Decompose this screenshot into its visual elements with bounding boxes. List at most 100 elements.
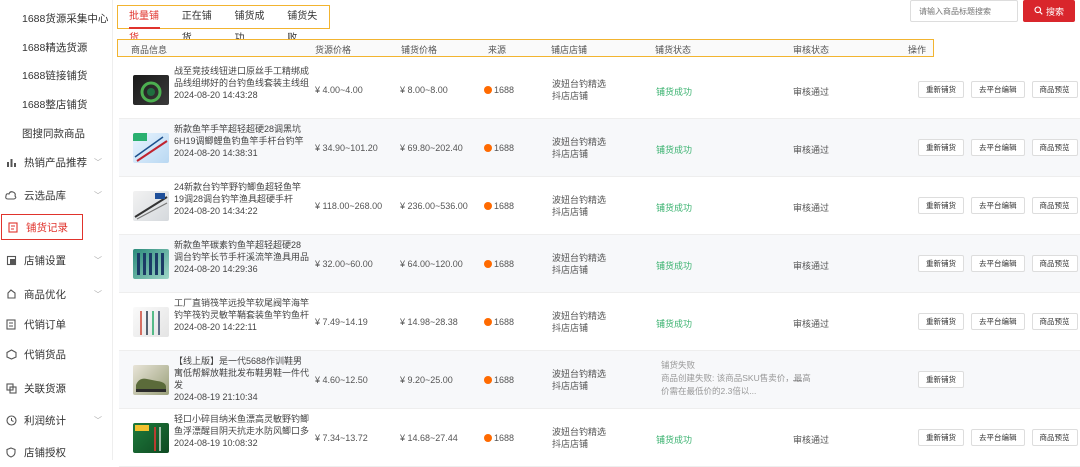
store-icon: [4, 253, 18, 267]
sidebar-item-label: 代销订单: [24, 318, 66, 331]
republish-button[interactable]: 重新铺货: [918, 255, 964, 272]
column-header-product: 商品信息: [131, 45, 168, 55]
republish-button[interactable]: 重新铺货: [918, 429, 964, 446]
chevron-down-icon: ﹀: [94, 255, 102, 265]
sidebar-item-label: 商品优化: [24, 288, 66, 301]
sidebar-item-product-optimize[interactable]: 商品优化 ﹀: [0, 282, 113, 306]
sidebar-item-1688-link[interactable]: 1688链接铺货: [0, 63, 113, 87]
republish-button[interactable]: 重新铺货: [918, 371, 964, 388]
source-cell: 1688: [484, 375, 514, 385]
audit-status: 审核通过: [793, 319, 830, 329]
column-header-list-price: 铺货价格: [401, 45, 438, 55]
list-price: ¥ 64.00~120.00: [400, 259, 463, 269]
edit-on-platform-button[interactable]: 去平台编辑: [971, 429, 1025, 446]
product-title[interactable]: 【线上版】是一代5688作训鞋男寓低帮解放鞋批发布鞋男鞋一件代发: [174, 356, 309, 390]
listing-status: 铺货成功: [656, 203, 693, 213]
goods-icon: [4, 347, 18, 361]
edit-on-platform-button[interactable]: 去平台编辑: [971, 313, 1025, 330]
source-cell: 1688: [484, 259, 514, 269]
product-title[interactable]: 战至竞技线钮进口原丝手工精绑成品线组绑好的台钓鱼线套装主线组: [174, 66, 309, 88]
failure-detail: 商品创建失败: 该商品SKU售卖价，最高价需在最低价的2.3倍以...: [661, 373, 811, 396]
sidebar-item-label: 关联货源: [24, 382, 66, 395]
product-time: 2024-08-19 10:08:32: [174, 438, 258, 448]
clock-icon: [4, 413, 18, 427]
audit-status: 审核通过: [793, 145, 830, 155]
sidebar-item-listing-records[interactable]: 铺货记录: [1, 214, 83, 240]
order-icon: [4, 317, 18, 331]
table-row: 轻口小碎目纳米鱼漂高灵敏野钓鲫鱼浮漂醒目阴天抗走水防风鲫口多 2024-08-19…: [119, 409, 1080, 467]
product-thumbnail: [133, 423, 169, 453]
document-icon: [6, 220, 20, 234]
sidebar-item-1688-store[interactable]: 1688整店铺货: [0, 92, 113, 116]
sidebar-item-label: 店铺授权: [24, 446, 66, 459]
republish-button[interactable]: 重新铺货: [918, 313, 964, 330]
sidebar-item-label: 云选品库: [24, 189, 66, 202]
sidebar-item-label: 图搜同款商品: [22, 127, 85, 140]
column-header-source: 来源: [488, 45, 507, 55]
shield-icon: [4, 445, 18, 459]
shop-type: 抖店店铺: [552, 149, 589, 159]
republish-button[interactable]: 重新铺货: [918, 197, 964, 214]
sidebar-item-label: 代销货品: [24, 348, 66, 361]
source-price: ¥ 34.90~101.20: [315, 143, 378, 153]
tab-listing-failed[interactable]: 铺货失败: [287, 6, 318, 44]
product-title[interactable]: 工厂直销筏竿远投竿软尾阀竿海竿钓竿筏钓灵敏竿鞘套装鱼竿钓鱼杆: [174, 298, 309, 320]
edit-on-platform-button[interactable]: 去平台编辑: [971, 197, 1025, 214]
sidebar-item-image-search[interactable]: 图搜同款商品: [0, 121, 113, 145]
column-header-listing-status: 铺货状态: [655, 45, 692, 55]
tab-listing-success[interactable]: 铺货成功: [235, 6, 266, 44]
sidebar-item-store-settings[interactable]: 店铺设置 ﹀: [0, 248, 113, 272]
preview-button[interactable]: 商品预览: [1031, 313, 1078, 330]
shop-type: 抖店店铺: [552, 91, 589, 101]
sidebar-item-profit-stats[interactable]: 利润统计 ﹀: [0, 408, 113, 432]
product-title[interactable]: 新款鱼竿手竿超轻超硬28调黑坑6H19调鲫鲤鱼钓鱼竿手杆台钓竿: [174, 124, 304, 146]
list-price: ¥ 14.98~28.38: [400, 317, 458, 327]
search-button[interactable]: 搜索: [1023, 0, 1075, 22]
chevron-down-icon: ﹀: [94, 157, 102, 167]
sidebar-item-hot-products[interactable]: 热销产品推荐 ﹀: [0, 150, 113, 174]
sidebar-item-cloud-library[interactable]: 云选品库 ﹀: [0, 183, 113, 207]
sidebar-item-1688-collection[interactable]: 1688货源采集中心: [0, 6, 113, 30]
sidebar-item-1688-selected[interactable]: 1688精选货源: [0, 35, 113, 59]
list-price: ¥ 69.80~202.40: [400, 143, 463, 153]
edit-on-platform-button[interactable]: 去平台编辑: [971, 255, 1025, 272]
preview-button[interactable]: 商品预览: [1031, 255, 1078, 272]
column-header-actions: 操作: [908, 45, 927, 55]
source-label: 1688: [494, 433, 515, 443]
source-1688-icon: [484, 144, 492, 152]
sidebar-item-consign-orders[interactable]: 代销订单: [0, 312, 113, 336]
source-price: ¥ 7.49~14.19: [315, 317, 368, 327]
tab-listing-in-progress[interactable]: 正在铺货: [182, 6, 213, 44]
source-cell: 1688: [484, 201, 514, 211]
edit-on-platform-button[interactable]: 去平台编辑: [971, 81, 1025, 98]
sidebar-item-store-auth[interactable]: 店铺授权: [0, 440, 113, 464]
republish-button[interactable]: 重新铺货: [918, 81, 964, 98]
column-header-shop: 铺店店铺: [551, 45, 588, 55]
preview-button[interactable]: 商品预览: [1031, 81, 1078, 98]
preview-button[interactable]: 商品预览: [1031, 197, 1078, 214]
product-time: 2024-08-20 14:38:31: [174, 148, 258, 158]
product-title[interactable]: 轻口小碎目纳米鱼漂高灵敏野钓鲫鱼浮漂醒目阴天抗走水防风鲫口多: [174, 414, 309, 436]
sidebar-item-label: 1688货源采集中心: [22, 12, 109, 25]
sidebar-item-consign-goods[interactable]: 代销货品: [0, 342, 113, 366]
preview-button[interactable]: 商品预览: [1031, 139, 1078, 156]
product-title[interactable]: 新款鱼竿碳素钓鱼竿超轻超硬28调台钓竿长节手杆溪流竿渔具用品: [174, 240, 309, 262]
link-icon: [4, 381, 18, 395]
sidebar-item-linked-sources[interactable]: 关联货源: [0, 376, 113, 400]
tab-batch-listing[interactable]: 批量铺货: [129, 6, 160, 44]
preview-button[interactable]: 商品预览: [1031, 429, 1078, 446]
audit-status: —: [793, 375, 802, 385]
edit-on-platform-button[interactable]: 去平台编辑: [971, 139, 1025, 156]
source-1688-icon: [484, 86, 492, 94]
listing-status: 铺货成功: [656, 145, 693, 155]
product-title[interactable]: 24新款台钓竿野钓鲫鱼超轻鱼竿19调28调台钓竿渔具超硬手杆: [174, 182, 301, 204]
sidebar-item-label: 铺货记录: [26, 221, 68, 234]
search-input[interactable]: [910, 0, 1018, 22]
product-thumbnail: [133, 249, 169, 279]
republish-button[interactable]: 重新铺货: [918, 139, 964, 156]
sidebar-item-label: 利润统计: [24, 414, 66, 427]
shop-name: 波妞台钓精选: [552, 137, 607, 147]
shop-name: 波妞台钓精选: [552, 369, 607, 379]
shop-type: 抖店店铺: [552, 439, 589, 449]
audit-status: 审核通过: [793, 261, 830, 271]
